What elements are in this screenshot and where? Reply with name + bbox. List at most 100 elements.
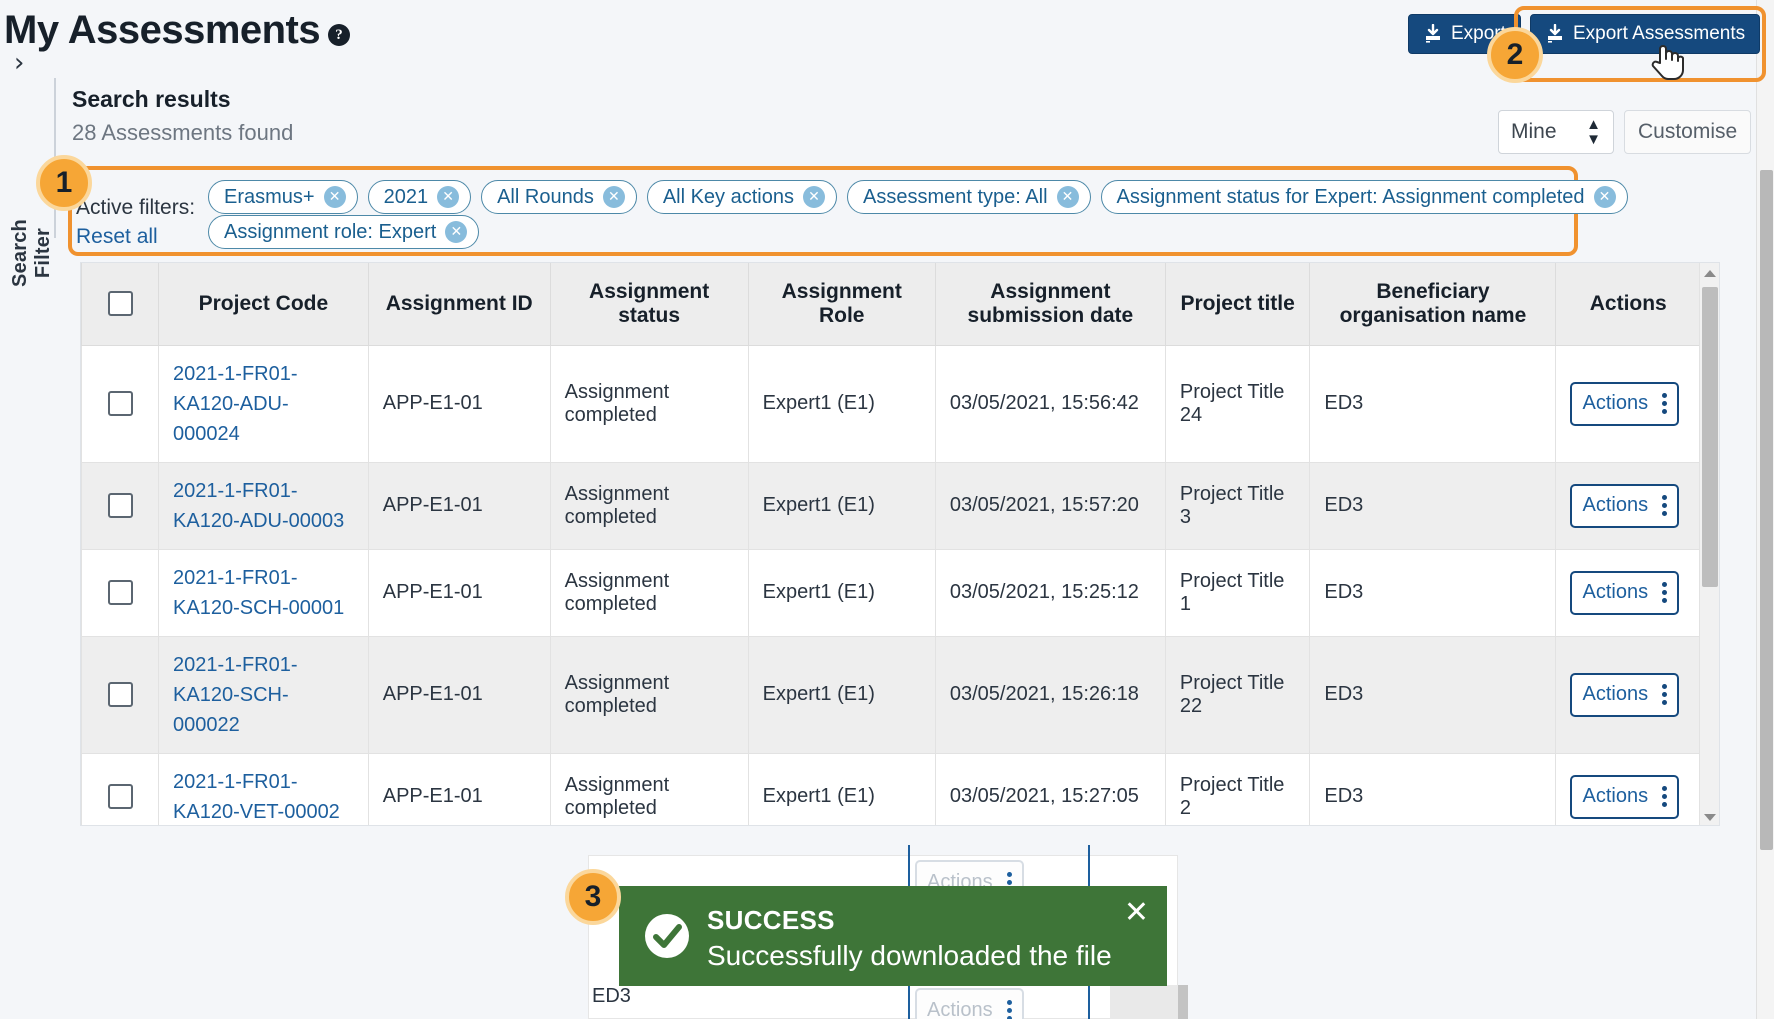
- scroll-down-arrow-icon[interactable]: [1700, 807, 1719, 825]
- cell-submission-date: 03/05/2021, 15:56:42: [934, 344, 1166, 463]
- search-results-count: 28 Assessments found: [72, 120, 294, 145]
- remove-filter-icon[interactable]: ✕: [445, 221, 468, 243]
- row-select-cell: [81, 344, 160, 463]
- row-checkbox[interactable]: [107, 493, 133, 518]
- cell-project-code: 2021-1-FR01-KA120-ADU-00003: [158, 461, 369, 550]
- filter-chip[interactable]: 2021 ✕: [367, 180, 472, 214]
- remove-filter-icon[interactable]: ✕: [802, 186, 825, 208]
- column-header-project-code[interactable]: Project Code: [158, 263, 369, 346]
- column-header-assignment-role[interactable]: Assignment Role: [747, 263, 936, 346]
- cell-project-code: 2021-1-FR01-KA120-ADU-000024: [158, 344, 369, 463]
- kebab-menu-icon[interactable]: [1662, 786, 1668, 807]
- obscured-beneficiary-value: ED3: [592, 985, 631, 1007]
- row-actions-button[interactable]: Actions: [1570, 774, 1680, 819]
- cell-project-title: Project Title 2: [1164, 752, 1311, 825]
- assessments-table-body: 2021-1-FR01-KA120-ADU-000024 APP-E1-01 Ass…: [81, 344, 1701, 825]
- remove-filter-icon[interactable]: ✕: [437, 186, 460, 208]
- column-header-assignment-id[interactable]: Assignment ID: [367, 263, 551, 346]
- select-all-checkbox[interactable]: [107, 291, 133, 317]
- filter-chip[interactable]: Assignment status for Expert: Assignment…: [1100, 180, 1628, 214]
- cell-submission-date: 03/05/2021, 15:25:12: [934, 548, 1166, 637]
- cell-assignment-role: Expert1 (E1): [747, 344, 936, 463]
- cell-assignment-role: Expert1 (E1): [747, 635, 936, 754]
- table-row: 2021-1-FR01-KA120-SCH-00001 APP-E1-01 Assi…: [81, 548, 1701, 637]
- customise-button-label: Customise: [1638, 120, 1738, 143]
- filter-chip-label: All Rounds: [497, 185, 594, 208]
- remove-filter-icon[interactable]: ✕: [602, 186, 625, 208]
- help-icon[interactable]: ?: [328, 24, 350, 46]
- filter-chip[interactable]: Erasmus+ ✕: [208, 180, 358, 214]
- chevron-right-icon[interactable]: ›: [14, 50, 40, 78]
- cell-assignment-id: APP-E1-01: [367, 344, 551, 463]
- project-code-link[interactable]: 2021-1-FR01-KA120-ADU-00003: [173, 480, 344, 532]
- project-code-link[interactable]: 2021-1-FR01-KA120-VET-00002: [173, 771, 340, 823]
- cell-beneficiary: ED3: [1309, 344, 1557, 463]
- active-filter-chips-row-2: Assignment role: Expert ✕: [208, 215, 480, 249]
- table-row: 2021-1-FR01-KA120-VET-00002 APP-E1-01 Assi…: [81, 752, 1701, 825]
- filter-chip-label: Assessment type: All: [862, 185, 1048, 208]
- cell-actions: Actions: [1555, 344, 1701, 463]
- kebab-menu-icon[interactable]: [1662, 684, 1668, 705]
- row-select-cell: [81, 461, 160, 550]
- cell-assignment-role: Expert1 (E1): [747, 752, 936, 825]
- row-actions-button[interactable]: Actions: [1570, 381, 1680, 426]
- row-checkbox[interactable]: [107, 391, 133, 416]
- row-actions-button[interactable]: Actions: [1570, 483, 1680, 528]
- scope-select[interactable]: Mine ▲ ▼: [1498, 110, 1614, 154]
- cell-assignment-status: Assignment completed: [549, 635, 749, 754]
- column-header-assignment-status[interactable]: Assignment status: [549, 263, 749, 346]
- column-header-submission-date[interactable]: Assignment submission date: [934, 263, 1166, 346]
- project-code-link[interactable]: 2021-1-FR01-KA120-ADU-000024: [173, 363, 298, 445]
- cell-assignment-status: Assignment completed: [549, 344, 749, 463]
- callout-step-1: 1: [36, 155, 92, 211]
- obscured-actions-button[interactable]: Actions: [915, 988, 1024, 1019]
- cell-actions: Actions: [1555, 548, 1701, 637]
- filter-chip-label: All Key actions: [662, 185, 794, 208]
- kebab-menu-icon[interactable]: [1662, 495, 1668, 516]
- row-actions-button[interactable]: Actions: [1570, 672, 1680, 717]
- reset-all-link[interactable]: Reset all: [76, 225, 158, 249]
- filter-chip[interactable]: Assessment type: All ✕: [846, 180, 1091, 214]
- obscured-scrollbar-thumb: [1178, 985, 1188, 1019]
- toast-message: Successfully downloaded the file: [707, 940, 1112, 971]
- scroll-up-arrow-icon[interactable]: [1700, 263, 1719, 283]
- kebab-menu-icon[interactable]: [1662, 393, 1668, 414]
- close-icon[interactable]: ✕: [1124, 898, 1149, 928]
- page-title: My Assessments: [4, 8, 321, 52]
- kebab-menu-icon[interactable]: [1662, 582, 1668, 603]
- cell-project-title: Project Title 1: [1164, 548, 1311, 637]
- cell-assignment-id: APP-E1-01: [367, 752, 551, 825]
- cell-assignment-status: Assignment completed: [549, 752, 749, 825]
- customise-button[interactable]: Customise: [1624, 110, 1752, 154]
- project-code-link[interactable]: 2021-1-FR01-KA120-SCH-000022: [173, 654, 298, 736]
- cell-actions: Actions: [1555, 635, 1701, 754]
- row-checkbox[interactable]: [107, 784, 133, 809]
- updown-arrows-icon: ▲ ▼: [1586, 116, 1601, 148]
- column-header-beneficiary[interactable]: Beneficiary organisation name: [1309, 263, 1557, 346]
- table-scrollbar-thumb[interactable]: [1702, 287, 1718, 587]
- my-assessments-page: My Assessments ? Export Export Assessmen…: [0, 0, 1774, 1019]
- filter-chip[interactable]: All Rounds ✕: [481, 180, 637, 214]
- scope-select-value: Mine: [1511, 120, 1557, 143]
- cell-project-title: Project Title 24: [1164, 344, 1311, 463]
- column-header-project-title[interactable]: Project title: [1164, 263, 1311, 346]
- remove-filter-icon[interactable]: ✕: [1593, 186, 1616, 208]
- row-checkbox[interactable]: [107, 682, 133, 707]
- remove-filter-icon[interactable]: ✕: [1056, 186, 1079, 208]
- cell-project-title: Project Title 3: [1164, 461, 1311, 550]
- project-code-link[interactable]: 2021-1-FR01-KA120-SCH-00001: [173, 567, 344, 619]
- page-scrollbar-thumb[interactable]: [1760, 170, 1773, 850]
- cell-assignment-id: APP-E1-01: [367, 548, 551, 637]
- cell-beneficiary: ED3: [1309, 752, 1557, 825]
- filter-chip[interactable]: Assignment role: Expert ✕: [208, 215, 480, 249]
- filter-chip[interactable]: All Key actions ✕: [646, 180, 837, 214]
- assessments-table-container: Project Code Assignment ID Assignment st…: [80, 262, 1720, 826]
- row-actions-button[interactable]: Actions: [1570, 570, 1680, 615]
- table-scrollbar[interactable]: [1699, 263, 1719, 825]
- row-checkbox[interactable]: [107, 580, 133, 605]
- remove-filter-icon[interactable]: ✕: [323, 186, 346, 208]
- cell-beneficiary: ED3: [1309, 635, 1557, 754]
- page-scrollbar[interactable]: [1756, 0, 1774, 1019]
- column-header-actions: Actions: [1555, 263, 1701, 346]
- filter-chip-label: Assignment status for Expert: Assignment…: [1116, 185, 1585, 208]
